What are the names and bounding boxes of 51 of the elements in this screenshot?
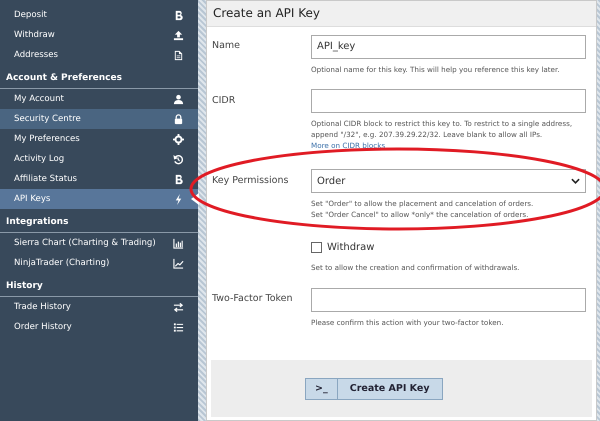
text-field[interactable]: API_key — [311, 34, 586, 58]
sidebar-item-label: Activity Log — [14, 154, 64, 164]
permissions-dropdown[interactable]: Order — [311, 169, 586, 193]
bitcoin-icon — [173, 174, 184, 184]
sidebar-item[interactable]: Activity Log — [0, 149, 198, 169]
sidebar-item[interactable]: API Keys — [0, 189, 198, 209]
sidebar-item[interactable]: NinjaTrader (Charting) — [0, 253, 198, 273]
withdraw-checkbox[interactable]: Withdraw — [311, 242, 374, 253]
lightning-icon — [173, 194, 184, 204]
create-api-key-button[interactable]: >_ Create API Key — [305, 378, 443, 400]
sidebar-item[interactable]: Affiliate Status — [0, 169, 198, 189]
field-label: Key Permissions — [212, 174, 290, 188]
sidebar-item-label: My Account — [14, 94, 64, 104]
sidebar-item-label: Deposit — [14, 10, 47, 20]
field-label: CIDR — [212, 94, 236, 108]
sidebar-item[interactable]: Addresses — [0, 45, 198, 65]
user-icon — [173, 94, 184, 104]
sidebar-item-label: API Keys — [14, 194, 50, 204]
gear-icon — [173, 134, 184, 144]
text-field[interactable] — [311, 89, 586, 113]
sidebar-item[interactable]: Order History — [0, 317, 198, 337]
chevron-icon — [571, 178, 580, 184]
sidebar-item-label: Affiliate Status — [14, 174, 78, 184]
sidebar-item[interactable]: My Account — [0, 89, 198, 109]
exchange-icon — [173, 302, 184, 312]
sidebar-item-label: Order History — [14, 322, 72, 332]
sidebar-item-label: My Preferences — [14, 134, 80, 144]
sidebar-item-label: NinjaTrader (Charting) — [14, 258, 110, 268]
document-icon — [173, 50, 184, 60]
field-label: Name — [212, 39, 242, 53]
line-chart-icon — [173, 258, 184, 268]
field-label: Two-Factor Token — [212, 292, 294, 306]
sidebar-item-label: Security Centre — [14, 114, 81, 124]
sidebar-item[interactable]: Sierra Chart (Charting & Trading) — [0, 233, 198, 253]
sidebar-item-label: Sierra Chart (Charting & Trading) — [14, 238, 156, 248]
sidebar-item[interactable]: Trade History — [0, 297, 198, 317]
sidebar-item[interactable]: My Preferences — [0, 129, 198, 149]
sidebar-item[interactable]: Withdraw — [0, 25, 198, 45]
bar-chart-icon — [173, 238, 184, 248]
sidebar-item-label: Trade History — [14, 302, 71, 312]
panel-title: Create an API Key — [207, 1, 596, 27]
sidebar-item-label: Addresses — [14, 50, 58, 60]
sidebar-item-label: Withdraw — [14, 30, 55, 40]
sidebar-item[interactable]: Deposit — [0, 5, 198, 25]
list-icon — [173, 322, 184, 332]
lock-icon — [173, 114, 184, 124]
history-icon — [173, 154, 184, 164]
bitcoin-icon — [173, 10, 184, 20]
text-field[interactable] — [311, 288, 586, 312]
sidebar-item[interactable]: Security Centre — [0, 109, 198, 129]
upload-icon — [173, 30, 184, 40]
